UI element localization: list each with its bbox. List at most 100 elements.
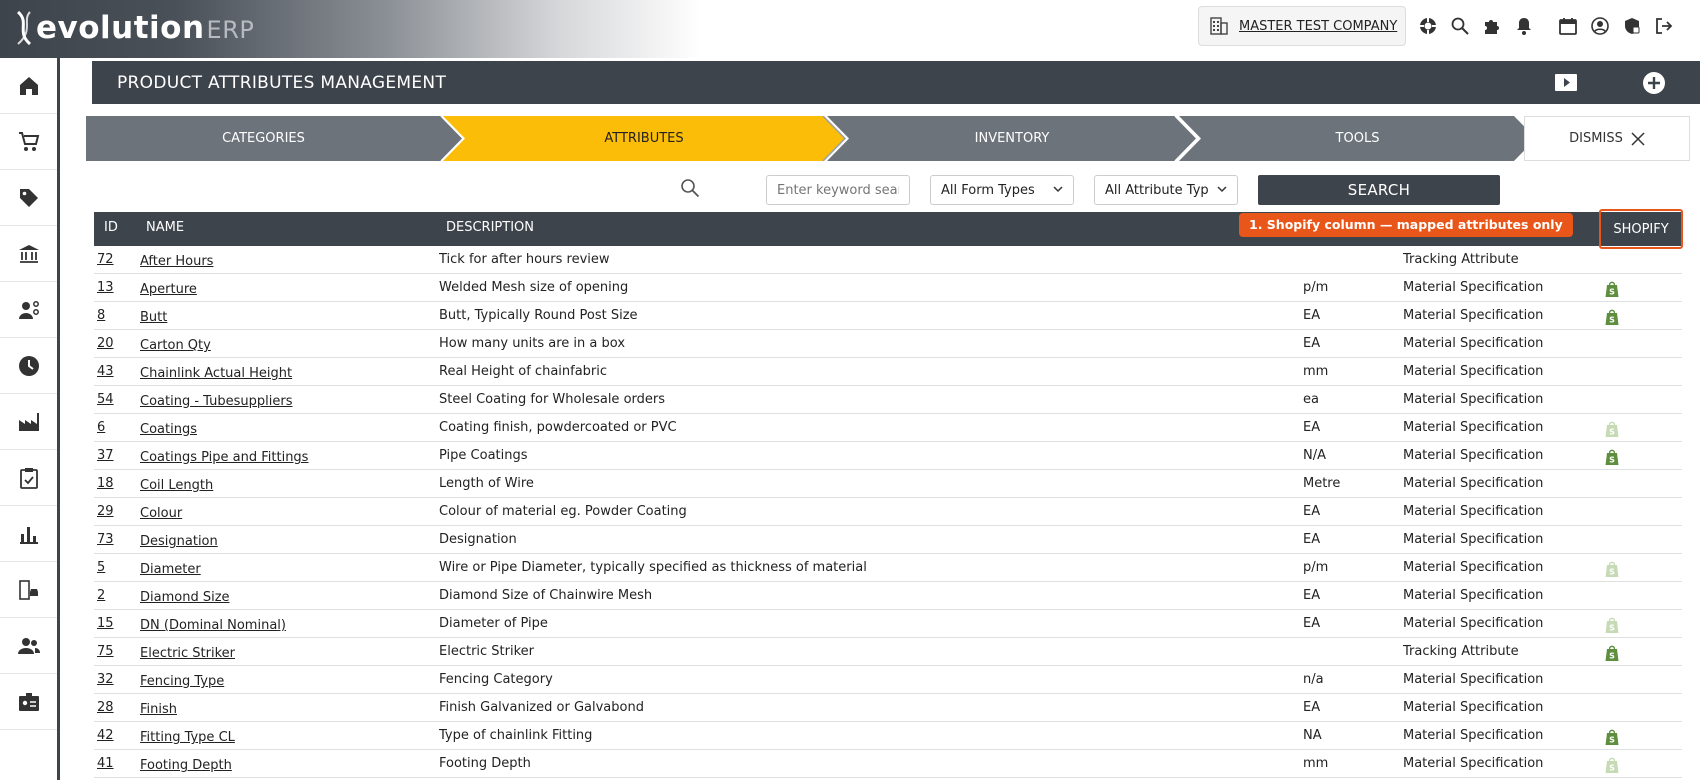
table-row[interactable]: 73 Designation Designation EA Material Speci… (94, 526, 1682, 554)
col-shopify[interactable]: SHOPIFY (1599, 209, 1683, 249)
table-row[interactable]: 28 Finish Finish Galvanized or Galvabond EA… (94, 694, 1682, 722)
table-row[interactable]: 42 Fitting Type CL Type of chainlink Fitti… (94, 722, 1682, 750)
shopify-mapped-indicator[interactable]: S (1604, 644, 1620, 666)
table-row[interactable]: 2 Diamond Size Diamond Size of Chainwire M… (94, 582, 1682, 610)
shopify-mapped-indicator[interactable]: S (1604, 420, 1620, 442)
attribute-name-link[interactable]: Finish (140, 702, 177, 717)
attribute-id-link[interactable]: 32 (97, 672, 114, 687)
attribute-name-link[interactable]: Fencing Type (140, 674, 224, 689)
attribute-id-link[interactable]: 41 (97, 756, 114, 771)
attribute-id-link[interactable]: 2 (97, 588, 105, 603)
attribute-name-link[interactable]: Coil Length (140, 478, 213, 493)
attribute-id-link[interactable]: 42 (97, 728, 114, 743)
puzzle-icon[interactable] (1476, 12, 1508, 40)
attribute-id-link[interactable]: 13 (97, 280, 114, 295)
table-row[interactable]: 37 Coatings Pipe and Fittings Pipe Coating… (94, 442, 1682, 470)
attribute-name-link[interactable]: Fitting Type CL (140, 730, 235, 745)
brand-logo[interactable]: evolutionERP (0, 0, 700, 58)
sidebar-item-tasks[interactable] (0, 450, 57, 506)
sidebar-item-fleet[interactable] (0, 562, 57, 618)
add-attribute-button[interactable] (1641, 70, 1667, 96)
keyword-search-input[interactable] (766, 175, 910, 205)
attribute-id-link[interactable]: 5 (97, 560, 105, 575)
attribute-name-link[interactable]: Aperture (140, 282, 197, 297)
col-id[interactable]: ID (104, 220, 118, 235)
table-row[interactable]: 13 Aperture Welded Mesh size of opening p/m… (94, 274, 1682, 302)
attribute-id-link[interactable]: 54 (97, 392, 114, 407)
bell-icon[interactable] (1508, 12, 1540, 40)
shopify-mapped-indicator[interactable]: S (1604, 560, 1620, 582)
shopify-mapped-indicator[interactable]: S (1604, 616, 1620, 638)
attribute-id-link[interactable]: 43 (97, 364, 114, 379)
sidebar-item-contacts[interactable] (0, 618, 57, 674)
table-row[interactable]: 43 Chainlink Actual Height Real Height of … (94, 358, 1682, 386)
attribute-id-link[interactable]: 6 (97, 420, 105, 435)
attribute-id-link[interactable]: 15 (97, 616, 114, 631)
step-tools[interactable]: TOOLS (1201, 116, 1514, 161)
step-categories[interactable]: CATEGORIES (86, 116, 441, 161)
shopify-mapped-indicator[interactable]: S (1604, 280, 1620, 302)
video-tutorial-button[interactable] (1553, 70, 1579, 96)
sidebar-item-time[interactable] (0, 338, 57, 394)
logout-icon[interactable] (1648, 12, 1680, 40)
table-row[interactable]: 41 Footing Depth Footing Depth mm Material S… (94, 750, 1682, 778)
support-icon[interactable] (1412, 12, 1444, 40)
dismiss-button[interactable]: DISMISS (1524, 116, 1690, 161)
attribute-id-link[interactable]: 72 (97, 252, 114, 267)
attribute-name-link[interactable]: Footing Depth (140, 758, 232, 773)
sidebar-item-finance[interactable] (0, 226, 57, 282)
table-row[interactable]: 5 Diameter Wire or Pipe Diameter, typicall… (94, 554, 1682, 582)
attribute-name-link[interactable]: Diamond Size (140, 590, 230, 605)
attribute-id-link[interactable]: 29 (97, 504, 114, 519)
attribute-name-link[interactable]: Butt (140, 310, 167, 325)
attribute-id-link[interactable]: 73 (97, 532, 114, 547)
table-row[interactable]: 6 Coatings Coating finish, powdercoated or… (94, 414, 1682, 442)
form-type-select[interactable]: All Form Types (930, 175, 1074, 205)
shopify-mapped-indicator[interactable]: S (1604, 448, 1620, 470)
table-row[interactable]: 32 Fencing Type Fencing Category n/a Materia… (94, 666, 1682, 694)
step-inventory[interactable]: INVENTORY (849, 116, 1175, 161)
step-attributes[interactable]: ATTRIBUTES (465, 116, 823, 161)
attribute-name-link[interactable]: Electric Striker (140, 646, 235, 661)
user-account-icon[interactable] (1584, 12, 1616, 40)
attribute-id-link[interactable]: 28 (97, 700, 114, 715)
attribute-name-link[interactable]: Colour (140, 506, 182, 521)
attribute-name-link[interactable]: Chainlink Actual Height (140, 366, 292, 381)
sidebar-item-manufacturing[interactable] (0, 394, 57, 450)
attribute-name-link[interactable]: Designation (140, 534, 218, 549)
table-row[interactable]: 54 Coating - Tubesuppliers Steel Coating f… (94, 386, 1682, 414)
attribute-name-link[interactable]: Coatings Pipe and Fittings (140, 450, 308, 465)
table-row[interactable]: 8 Butt Butt, Typically Round Post Size EA Ma… (94, 302, 1682, 330)
attribute-id-link[interactable]: 8 (97, 308, 105, 323)
attribute-name-link[interactable]: Diameter (140, 562, 201, 577)
table-row[interactable]: 18 Coil Length Length of Wire Metre Material… (94, 470, 1682, 498)
attribute-name-link[interactable]: After Hours (140, 254, 213, 269)
col-name[interactable]: NAME (146, 220, 184, 235)
sidebar-item-sales[interactable] (0, 114, 57, 170)
attribute-name-link[interactable]: DN (Dominal Nominal) (140, 618, 286, 633)
shopify-mapped-indicator[interactable]: S (1604, 308, 1620, 330)
table-row[interactable]: 15 DN (Dominal Nominal) Diameter of Pipe EA… (94, 610, 1682, 638)
shopify-mapped-indicator[interactable]: S (1604, 756, 1620, 778)
attribute-id-link[interactable]: 37 (97, 448, 114, 463)
search-button[interactable]: SEARCH (1258, 175, 1500, 205)
sidebar-item-home[interactable] (0, 58, 57, 114)
table-row[interactable]: 20 Carton Qty How many units are in a box E… (94, 330, 1682, 358)
sidebar-item-reports[interactable] (0, 506, 57, 562)
sidebar-item-admin[interactable] (0, 674, 57, 730)
table-row[interactable]: 29 Colour Colour of material eg. Powder Co… (94, 498, 1682, 526)
calendar-icon[interactable] (1552, 12, 1584, 40)
company-selector[interactable]: MASTER TEST COMPANY (1198, 6, 1406, 46)
attribute-name-link[interactable]: Coatings (140, 422, 197, 437)
shield-lock-icon[interactable] (1616, 12, 1648, 40)
search-icon[interactable] (1444, 12, 1476, 40)
table-row[interactable]: 72 After Hours Tick for after hours review… (94, 246, 1682, 274)
attribute-type-select[interactable]: All Attribute Types (1094, 175, 1238, 205)
sidebar-item-staff[interactable] (0, 282, 57, 338)
attribute-name-link[interactable]: Carton Qty (140, 338, 211, 353)
shopify-mapped-indicator[interactable]: S (1604, 728, 1620, 750)
attribute-id-link[interactable]: 75 (97, 644, 114, 659)
attribute-name-link[interactable]: Coating - Tubesuppliers (140, 394, 292, 409)
attribute-id-link[interactable]: 20 (97, 336, 114, 351)
table-row[interactable]: 75 Electric Striker Electric Striker Tracki… (94, 638, 1682, 666)
